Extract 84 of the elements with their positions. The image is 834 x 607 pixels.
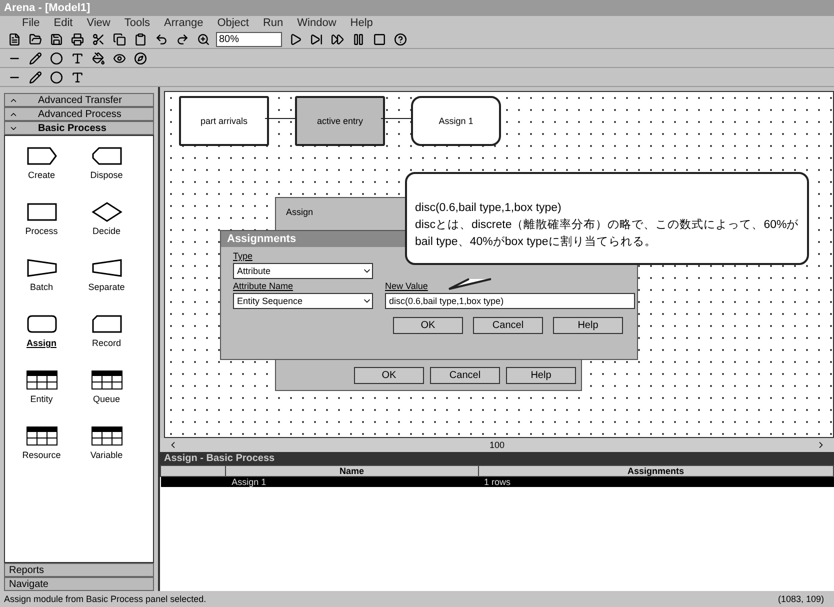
module-item[interactable]: Variable [74, 426, 139, 460]
menu-item[interactable]: Object [217, 17, 249, 29]
print-icon[interactable] [69, 31, 85, 47]
scissors-icon[interactable] [90, 31, 106, 47]
batch-shape-icon [26, 258, 58, 278]
module-item[interactable]: Assign [9, 314, 74, 348]
zoom-field[interactable]: 80% [216, 32, 282, 46]
type-label: Type [233, 251, 253, 261]
save-icon[interactable] [48, 31, 64, 47]
window-title: Arena - [Model1] [4, 2, 90, 14]
assign-shape-icon [26, 314, 58, 334]
menu-item[interactable]: View [86, 17, 110, 29]
horizontal-scrollbar[interactable]: 100 [160, 438, 834, 452]
cursor-coordinates: (1083, 109) [778, 594, 824, 604]
new-value-field[interactable]: disc(0.6,bail type,1,box type) [385, 293, 635, 309]
dialog-button[interactable]: Help [506, 367, 576, 384]
menu-item[interactable]: Window [297, 17, 336, 29]
flowchart-module[interactable]: Assign 1 [411, 96, 501, 146]
pencil-icon[interactable] [27, 50, 43, 66]
table-title: Assign - Basic Process [160, 452, 834, 465]
panel-tab[interactable]: Basic Process [4, 121, 154, 135]
menu-item[interactable]: Help [350, 17, 373, 29]
spreadsheet-icon [90, 370, 122, 390]
dispose-shape-icon [90, 146, 122, 166]
new-value-label: New Value [385, 281, 428, 291]
module-item[interactable]: Process [9, 202, 74, 236]
module-item[interactable]: Separate [74, 258, 139, 292]
compass-icon[interactable] [132, 50, 148, 66]
flowchart-module[interactable]: active entry [295, 96, 385, 146]
module-item[interactable]: Entity [9, 370, 74, 404]
menu-item[interactable]: Run [262, 17, 284, 29]
circle-icon[interactable] [48, 69, 64, 85]
table-cell: Assign 1 [226, 476, 478, 487]
copy-icon[interactable] [111, 31, 127, 47]
zoom-icon[interactable] [195, 31, 211, 47]
attribute-name-label: Attribute Name [233, 281, 294, 291]
scroll-label: 100 [489, 440, 505, 450]
menu-item[interactable]: Edit [54, 17, 73, 29]
module-item[interactable]: Queue [74, 370, 139, 404]
column-header: Name [226, 466, 478, 476]
open-folder-icon[interactable] [27, 31, 43, 47]
record-shape-icon [90, 314, 122, 334]
panel-tab[interactable]: Navigate [4, 577, 154, 591]
paint-bucket-icon[interactable] [90, 50, 106, 66]
menu-item[interactable]: Tools [124, 17, 150, 29]
flowchart-module[interactable]: part arrivals [179, 96, 269, 146]
create-shape-icon [26, 146, 58, 166]
separate-shape-icon [90, 258, 122, 278]
name-text: Assign [286, 207, 314, 217]
connector-line [265, 118, 295, 119]
status-message: Assign module from Basic Process panel selected. [4, 594, 206, 604]
dialog-button[interactable]: OK [354, 367, 424, 384]
spreadsheet-icon [90, 426, 122, 446]
panel-tab[interactable]: Advanced Transfer [4, 93, 154, 107]
help-icon[interactable] [392, 31, 408, 47]
spreadsheet-icon [26, 370, 58, 390]
menu-item[interactable]: Arrange [164, 17, 204, 29]
module-item[interactable]: Batch [9, 258, 74, 292]
dialog-button[interactable]: Help [553, 317, 623, 334]
process-shape-icon [26, 202, 58, 222]
module-item[interactable]: Decide [74, 202, 139, 236]
connector-line [381, 118, 411, 119]
panel-tab[interactable]: Advanced Process [4, 107, 154, 121]
callout-text: disc(0.6,bail type,1,box type) [415, 201, 562, 216]
decide-shape-icon [90, 202, 122, 222]
stop-icon[interactable] [371, 31, 387, 47]
spreadsheet-icon [26, 426, 58, 446]
name-dropdown[interactable]: Entity Sequence [233, 293, 373, 309]
panel-tab[interactable]: Reports [4, 563, 154, 577]
dialog-button[interactable]: Cancel [430, 367, 500, 384]
dialog-button[interactable]: OK [393, 317, 463, 334]
pencil-icon[interactable] [27, 69, 43, 85]
header-cell [160, 466, 226, 476]
module-item[interactable]: Resource [9, 426, 74, 460]
module-item[interactable]: Record [74, 314, 139, 348]
module-item[interactable]: Dispose [74, 146, 139, 180]
type-dropdown[interactable]: Attribute [233, 263, 373, 279]
menu-item[interactable]: File [22, 17, 40, 29]
table-cell: 1 rows [478, 476, 834, 487]
table-row[interactable]: Assign 1 1 rows [160, 476, 834, 487]
module-item[interactable]: Create [9, 146, 74, 180]
dialog-button[interactable]: Cancel [473, 317, 543, 334]
column-header: Assignments [478, 466, 834, 476]
circle-icon[interactable] [48, 50, 64, 66]
